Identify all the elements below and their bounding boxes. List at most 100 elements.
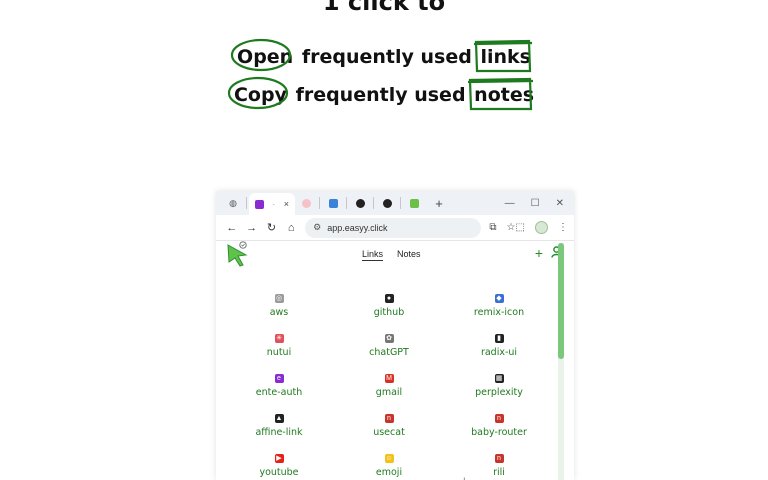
menu-kebab-icon[interactable]: ⋮ [558,222,568,233]
rili-icon: n [494,454,504,463]
reload-icon[interactable]: ↻ [262,221,282,234]
github-icon [382,198,392,208]
maximize-icon[interactable]: ☐ [531,198,540,209]
remix-icon: ◆ [494,293,504,303]
site-settings-icon[interactable]: ⚙ [313,222,321,233]
hero-verb-copy: Copy [233,84,287,106]
link-label: chatGPT [369,347,409,358]
link-label: usecat [373,427,405,438]
tab-separator [400,197,401,209]
open-highlight: Open [230,38,295,72]
link-item[interactable]: n baby-router [444,407,554,438]
toolbar-right: ⬚ ⋮ [516,221,568,234]
tab-separator [346,197,347,209]
nutui-icon [301,198,311,208]
forward-icon[interactable]: → [242,222,262,234]
link-label: rili [493,467,505,478]
ente-icon [255,199,264,209]
chatgpt-icon: ✿ [384,333,394,343]
hero-noun-notes: notes [474,84,535,106]
link-label: affine-link [255,427,303,438]
links-highlight: links [474,39,533,73]
link-label: nutui [266,347,292,358]
link-label: aws [269,307,289,318]
window-controls: — ☐ ✕ [505,198,574,209]
link-item[interactable]: Mgmail [334,367,444,398]
notes-highlight: notes [468,77,536,111]
easyy-icon [409,198,419,208]
link-item[interactable]: ✳ nutui [224,327,334,358]
tab-ente-active[interactable]: · × [249,193,295,215]
hero-verb-open: Open [237,46,294,68]
add-link-button[interactable]: + [535,245,543,261]
emoji-icon: ☺ [384,454,394,463]
hero-middle-1: frequently used [301,46,472,68]
link-label: github [373,307,405,318]
hero-line-notes: Copy frequently used notes [0,76,768,111]
tab-remix[interactable] [322,194,344,212]
link-label: perplexity [475,387,523,398]
bookmark-star-icon[interactable]: ☆ [507,222,516,233]
new-tab-button[interactable]: + [431,196,447,211]
tab-nutui[interactable] [295,194,317,212]
link-item[interactable]: ▮ radix-ui [444,327,554,358]
browser-window: ◍ · × + — ☐ ✕ ← → ↻ ⌂ ⚙ app.easyy.click [216,191,574,480]
link-label: ente-auth [255,387,303,398]
address-url: app.easyy.click [327,222,388,233]
globe-icon: ◍ [229,197,237,208]
link-label: emoji [375,467,403,478]
scrollbar[interactable] [558,243,564,480]
tab-separator [319,197,320,209]
remix-icon [328,198,338,208]
usecat-icon: n [384,414,394,423]
link-label: remix-icon [473,307,525,318]
link-item[interactable]: ▶ youtube [224,447,334,478]
gmail-icon: M [384,374,394,383]
copy-highlight: Copy [227,76,289,110]
omnibox-actions: ⧉ ☆ [489,222,515,233]
link-item[interactable]: ✿ chatGPT [334,327,444,358]
easyy-logo-icon[interactable] [226,241,250,272]
hero-middle-2: frequently used [295,84,466,106]
link-item[interactable]: n rili [444,447,554,478]
link-item[interactable]: n usecat [334,407,444,438]
link-item[interactable]: ▦ perplexity [444,367,554,398]
tab-github-1[interactable] [349,194,371,212]
link-item[interactable]: ▲ affine-link [224,407,334,438]
link-item[interactable]: ● github [334,287,444,318]
back-icon[interactable]: ← [222,222,242,234]
link-item[interactable]: ◎ aws [224,287,334,318]
link-label: baby-router [471,427,527,438]
link-label: gmail [375,387,403,398]
youtube-icon: ▶ [274,453,284,463]
close-icon[interactable]: × [284,199,289,209]
link-item[interactable]: ☺ emoji [334,447,444,478]
address-bar[interactable]: ⚙ app.easyy.click [305,217,482,238]
tab-globe[interactable]: ◍ [222,194,244,212]
mouse-cursor-icon: ↳ [462,476,470,480]
extensions-icon[interactable]: ⬚ [516,222,525,233]
window-close-icon[interactable]: ✕ [556,198,564,209]
github-icon: ● [384,294,394,303]
hero-title: 1 click to [322,0,446,16]
tab-links[interactable]: Links [362,249,384,261]
github-icon [355,198,365,208]
link-item[interactable]: e ente-auth [224,367,334,398]
tab-separator [246,197,247,209]
profile-avatar[interactable] [535,221,548,234]
scrollbar-thumb[interactable] [558,243,564,359]
link-item[interactable]: ◆ remix-icon [444,287,554,318]
tab-github-2[interactable] [376,194,398,212]
tab-easyy[interactable] [403,194,425,212]
minimize-icon[interactable]: — [505,198,515,209]
link-label: radix-ui [480,347,518,358]
hero-section: 1 click to Open frequently used links Co… [0,0,768,180]
router-icon: n [494,414,504,423]
tab-notes[interactable]: Notes [397,249,421,261]
home-icon[interactable]: ⌂ [281,222,301,234]
aws-icon: ◎ [274,293,284,303]
easyy-app: Links Notes + ◎ aws ● github ◆ remix-icon ✳ nut… [216,241,562,480]
radix-icon: ▮ [494,333,504,343]
install-app-icon[interactable]: ⧉ [489,222,496,233]
hero-line-links: Open frequently used links [0,38,768,73]
